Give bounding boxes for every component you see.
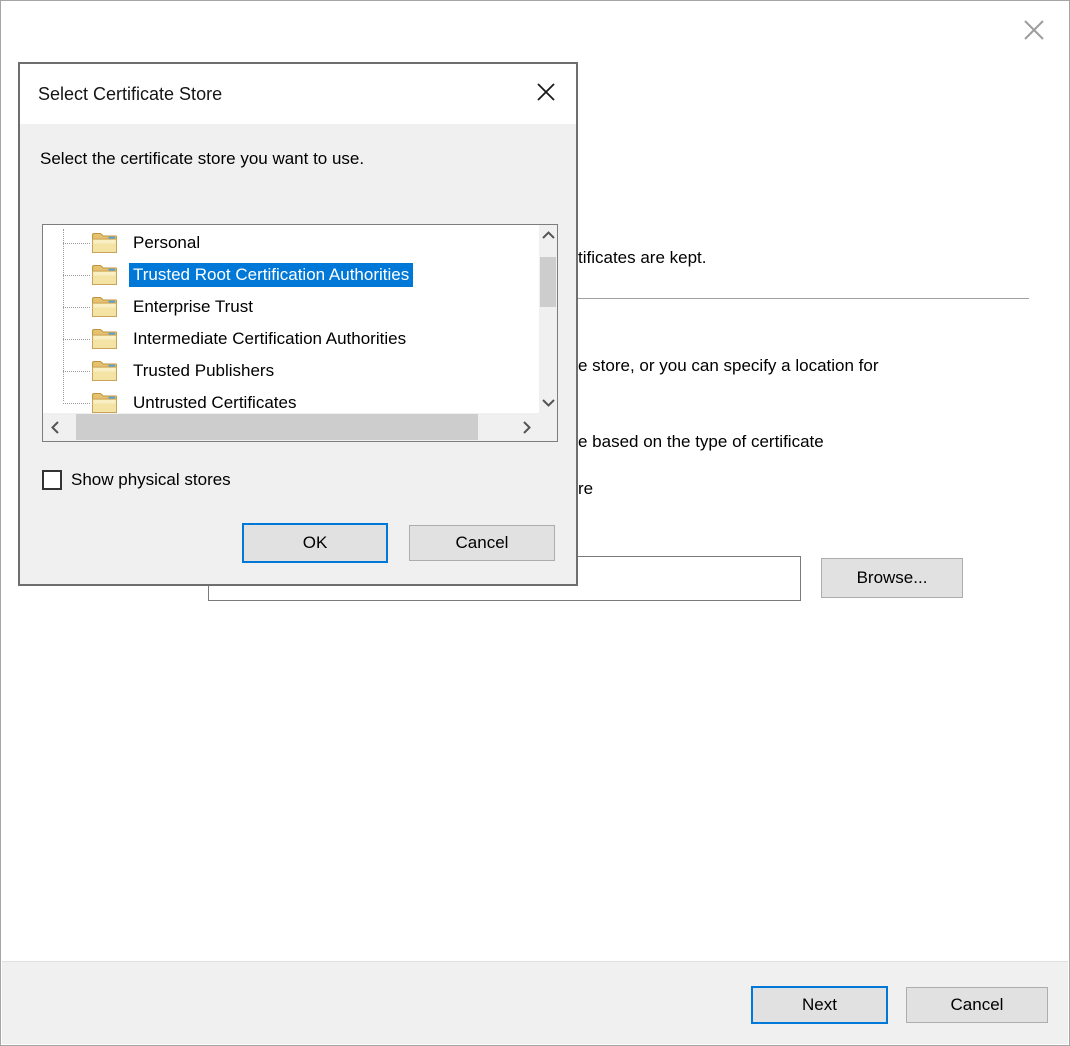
tree-branch-line [63,339,90,340]
fragment-specify-location: e store, or you can specify a location f… [578,356,879,376]
dialog-title: Select Certificate Store [38,64,222,124]
folder-icon [91,296,118,318]
close-icon [534,80,558,109]
tree-item-label: Enterprise Trust [129,295,257,319]
folder-icon [91,232,118,254]
folder-icon [91,328,118,350]
tree-item[interactable]: Trusted Root Certification Authorities [43,259,539,291]
show-physical-stores-label: Show physical stores [71,470,231,490]
browse-button[interactable]: Browse... [821,558,963,598]
tree-item-label: Personal [129,231,204,255]
section-separator [571,298,1029,299]
folder-icon [91,392,118,414]
show-physical-stores-row[interactable]: Show physical stores [42,470,231,490]
tree-item-label: Trusted Publishers [129,359,278,383]
tree-branch-line [63,243,90,244]
tree-item[interactable]: Enterprise Trust [43,291,539,323]
dialog-instruction: Select the certificate store you want to… [40,149,364,169]
show-physical-stores-checkbox[interactable] [42,470,62,490]
scrollbar-corner [539,413,557,441]
window-close-button[interactable] [1017,15,1051,49]
folder-icon [91,264,118,286]
certificate-store-tree: Personal Trusted Root Certification Auth… [42,224,558,442]
wizard-cancel-button[interactable]: Cancel [906,987,1048,1023]
tree-item-label: Intermediate Certification Authorities [129,327,410,351]
tree-item-label: Untrusted Certificates [129,391,300,415]
ok-button[interactable]: OK [242,523,388,563]
vertical-scrollbar[interactable] [539,225,557,413]
tree-item[interactable]: Personal [43,227,539,259]
tree-item[interactable]: Trusted Publishers [43,355,539,387]
tree-branch-line [63,403,90,404]
horizontal-scrollbar[interactable] [43,413,539,441]
tree-branch-line [63,275,90,276]
tree-branch-line [63,371,90,372]
select-certificate-store-dialog: Select Certificate Store Select the cert… [18,62,578,586]
folder-icon [91,360,118,382]
fragment-certificates-kept: tificates are kept. [578,248,707,268]
close-icon [1019,15,1049,50]
tree-item[interactable]: Intermediate Certification Authorities [43,323,539,355]
tree-branch-line [63,307,90,308]
horizontal-scroll-thumb[interactable] [76,414,478,440]
scroll-down-icon[interactable] [539,395,557,411]
scroll-right-icon[interactable] [519,413,535,441]
tree-item-label: Trusted Root Certification Authorities [129,263,413,287]
fragment-store: re [578,479,593,499]
fragment-certificate-type: e based on the type of certificate [578,432,824,452]
next-button[interactable]: Next [751,986,888,1024]
dialog-titlebar: Select Certificate Store [20,64,576,124]
scroll-up-icon[interactable] [539,227,557,243]
dialog-cancel-button[interactable]: Cancel [409,525,555,561]
dialog-close-button[interactable] [530,78,562,110]
scroll-left-icon[interactable] [47,413,63,441]
vertical-scroll-thumb[interactable] [540,257,556,307]
